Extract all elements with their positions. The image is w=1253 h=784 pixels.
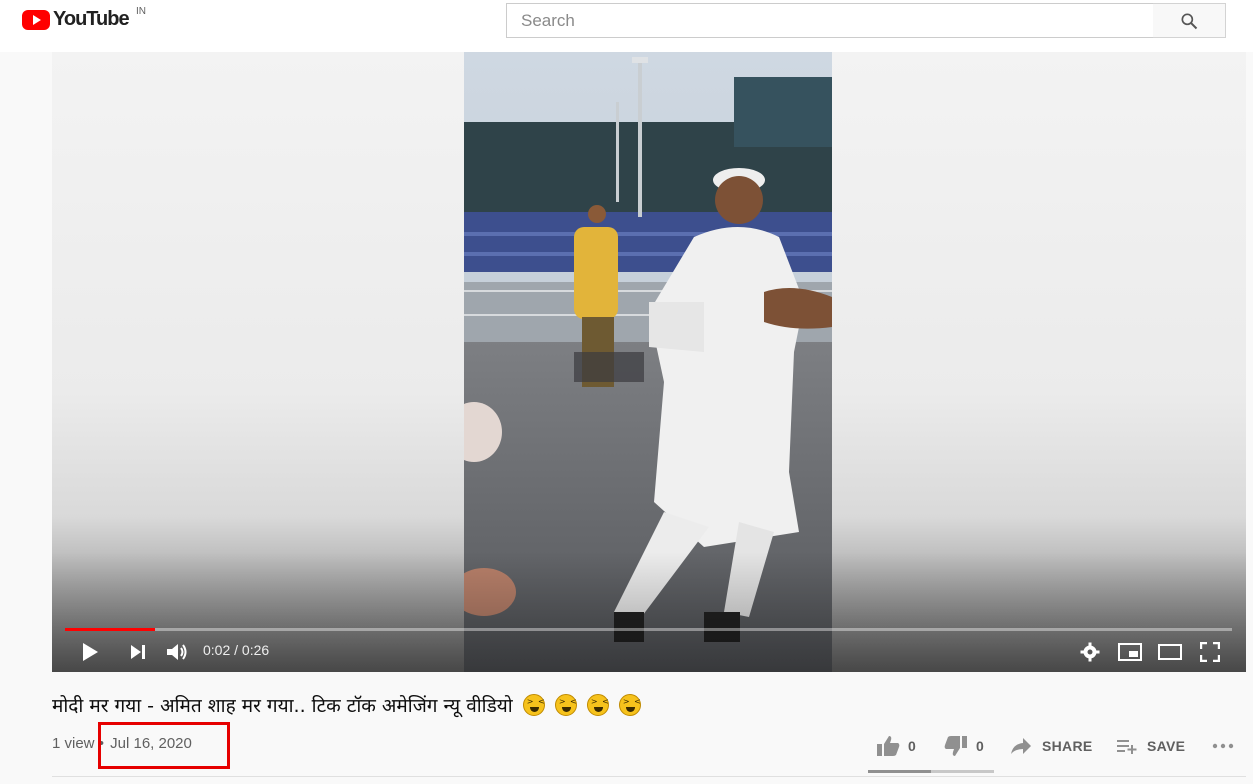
video-title: मोदी मर गया - अमित शाह मर गया.. टिक टॉक … (52, 692, 642, 718)
playlist-add-icon (1117, 740, 1137, 754)
sentiment-bar (868, 770, 994, 773)
save-label: SAVE (1147, 738, 1186, 754)
play-button[interactable] (78, 640, 102, 664)
next-button[interactable] (126, 640, 150, 664)
progress-played (65, 628, 155, 631)
laughing-emoji-icon (554, 694, 578, 716)
search-button[interactable] (1153, 3, 1226, 38)
country-code: IN (136, 6, 146, 17)
search-icon (1181, 13, 1198, 29)
save-button[interactable]: SAVE (1116, 730, 1185, 762)
dislike-count: 0 (976, 738, 984, 754)
like-button[interactable]: 0 (876, 730, 916, 762)
more-icon (1212, 743, 1234, 749)
youtube-logo[interactable]: YouTube IN (22, 6, 146, 31)
video-player[interactable]: 0:02 / 0:26 (52, 52, 1246, 672)
volume-icon (167, 644, 187, 660)
fullscreen-button[interactable] (1198, 640, 1222, 664)
divider (52, 776, 1246, 777)
fullscreen-icon (1200, 642, 1220, 662)
masthead: YouTube IN (0, 0, 1253, 52)
theater-mode-icon (1158, 644, 1182, 660)
share-label: SHARE (1042, 738, 1093, 754)
progress-bar[interactable] (65, 628, 1232, 631)
player-controls: 0:02 / 0:26 (52, 634, 1246, 670)
dislike-button[interactable]: 0 (944, 730, 984, 762)
thumb-down-icon (944, 736, 967, 756)
date-highlight-box (98, 722, 230, 769)
time-display: 0:02 / 0:26 (203, 642, 270, 658)
view-count: 1 view (52, 735, 95, 752)
share-button[interactable]: SHARE (1010, 730, 1093, 762)
like-count: 0 (908, 738, 916, 754)
settings-icon (1080, 642, 1100, 662)
search-box (506, 3, 1154, 38)
laughing-emoji-icon (618, 694, 642, 716)
play-icon (83, 643, 98, 661)
volume-button[interactable] (164, 640, 190, 664)
logo-text: YouTube (53, 8, 130, 30)
miniplayer-button[interactable] (1117, 640, 1143, 664)
settings-button[interactable] (1078, 640, 1102, 664)
sentiment-like-fill (868, 770, 931, 773)
youtube-play-icon (22, 9, 50, 30)
video-title-text: मोदी मर गया - अमित शाह मर गया.. टिक टॉक … (52, 695, 513, 717)
laughing-emoji-icon (522, 694, 546, 716)
more-actions-button[interactable] (1212, 730, 1234, 762)
laughing-emoji-icon (586, 694, 610, 716)
search-input[interactable] (507, 4, 1153, 37)
miniplayer-icon (1118, 643, 1142, 661)
share-icon (1011, 738, 1031, 754)
next-icon (131, 645, 145, 659)
thumb-up-icon (877, 736, 900, 756)
theater-mode-button[interactable] (1157, 640, 1183, 664)
